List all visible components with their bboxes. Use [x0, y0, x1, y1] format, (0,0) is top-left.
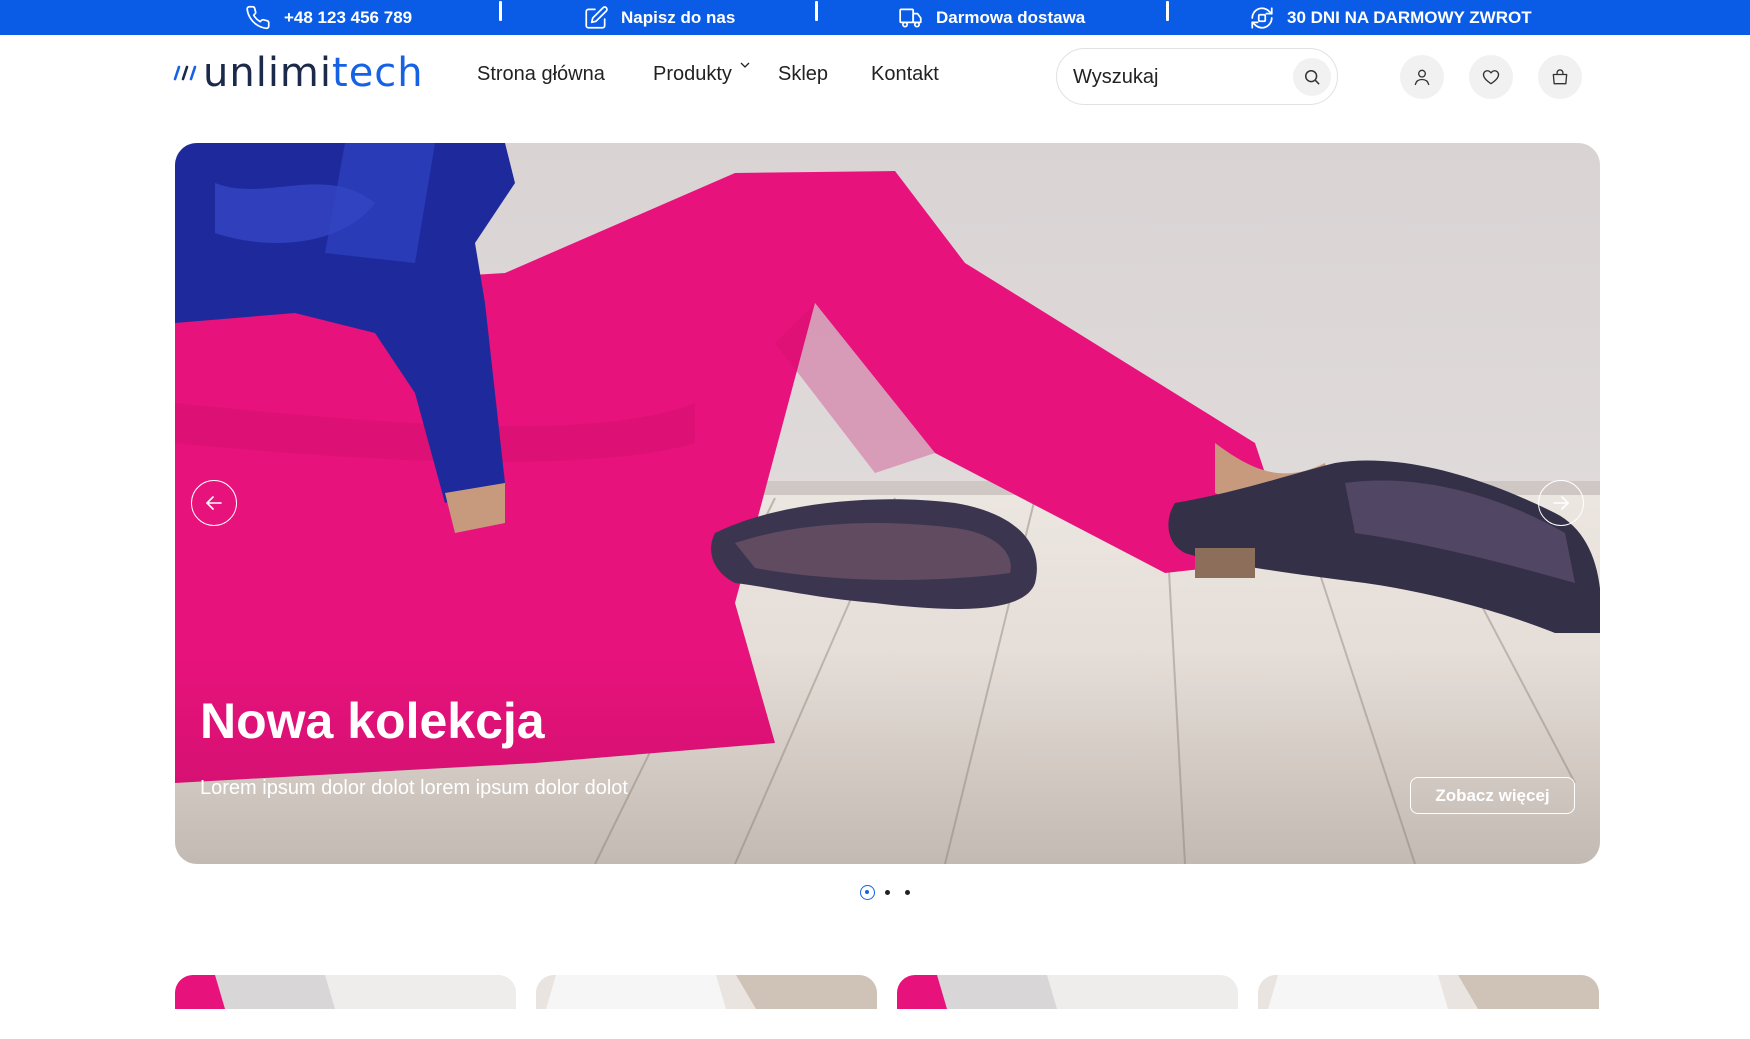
hero-slider: Nowa kolekcja Lorem ipsum dolor dolot lo…	[175, 143, 1600, 864]
nav-item-products-label: Produkty	[653, 63, 732, 85]
product-image	[536, 975, 877, 1009]
product-card[interactable]	[897, 975, 1238, 1009]
topbar-divider	[1166, 1, 1169, 21]
nav-item-contact[interactable]: Kontakt	[871, 63, 939, 86]
hero-image	[175, 143, 1600, 864]
bag-icon	[1552, 69, 1568, 85]
cart-button[interactable]	[1538, 55, 1582, 99]
product-card[interactable]	[1258, 975, 1599, 1009]
account-button[interactable]	[1400, 55, 1444, 99]
see-more-button[interactable]: Zobacz więcej	[1410, 777, 1575, 814]
slider-prev-button[interactable]	[191, 480, 237, 526]
slider-next-button[interactable]	[1538, 480, 1584, 526]
search-input[interactable]	[1073, 63, 1273, 91]
phone-icon	[246, 5, 270, 29]
topbar-contact-label: Napisz do nas	[621, 7, 736, 27]
slider-dot-1[interactable]	[860, 885, 875, 900]
edit-icon	[585, 5, 608, 29]
arrow-right-icon	[1553, 496, 1569, 510]
nav-item-shop[interactable]: Sklep	[778, 63, 828, 86]
logo-text-b: tech	[332, 50, 424, 96]
hero-subtitle: Lorem ipsum dolor dolot lorem ipsum dolo…	[200, 777, 628, 799]
topbar-divider	[815, 1, 818, 21]
topbar-returns[interactable]: 30 DNI NA DARMOWY ZWROT	[1249, 0, 1532, 35]
logo-mark-icon	[173, 65, 197, 81]
topbar-delivery[interactable]: Darmowa dostawa	[898, 0, 1085, 35]
logo-text-a: unlimi	[203, 50, 333, 96]
search-button[interactable]	[1293, 58, 1331, 96]
top-info-bar: +48 123 456 789 Napisz do nas Darmowa do…	[0, 0, 1750, 35]
hero-title: Nowa kolekcja	[200, 693, 545, 749]
product-card[interactable]	[536, 975, 877, 1009]
chevron-down-icon	[740, 62, 750, 68]
logo-wordmark: unlimitech	[203, 53, 424, 93]
nav-item-products[interactable]: Produkty	[653, 62, 750, 86]
product-image	[175, 975, 516, 1009]
arrow-left-icon	[206, 496, 222, 510]
nav-item-home[interactable]: Strona główna	[477, 63, 605, 86]
search-box	[1056, 48, 1338, 105]
topbar-phone[interactable]: +48 123 456 789	[246, 0, 412, 35]
truck-icon	[899, 7, 922, 28]
topbar-returns-label: 30 DNI NA DARMOWY ZWROT	[1287, 7, 1532, 27]
logo[interactable]: unlimitech	[173, 53, 424, 93]
product-image	[1258, 975, 1599, 1009]
topbar-delivery-label: Darmowa dostawa	[936, 7, 1086, 27]
main-header: unlimitech Strona główna Produkty Sklep …	[0, 35, 1750, 117]
search-icon	[1305, 70, 1320, 85]
topbar-phone-label: +48 123 456 789	[284, 7, 413, 27]
topbar-contact[interactable]: Napisz do nas	[583, 0, 735, 35]
return-icon	[1251, 6, 1273, 29]
heart-icon	[1482, 70, 1500, 85]
product-image	[897, 975, 1238, 1009]
slider-dot-2[interactable]	[885, 890, 890, 895]
wishlist-button[interactable]	[1469, 55, 1513, 99]
product-row	[0, 975, 1750, 1009]
product-card[interactable]	[175, 975, 516, 1009]
topbar-divider	[499, 1, 502, 21]
slider-dot-3[interactable]	[905, 890, 910, 895]
user-icon	[1414, 69, 1430, 86]
